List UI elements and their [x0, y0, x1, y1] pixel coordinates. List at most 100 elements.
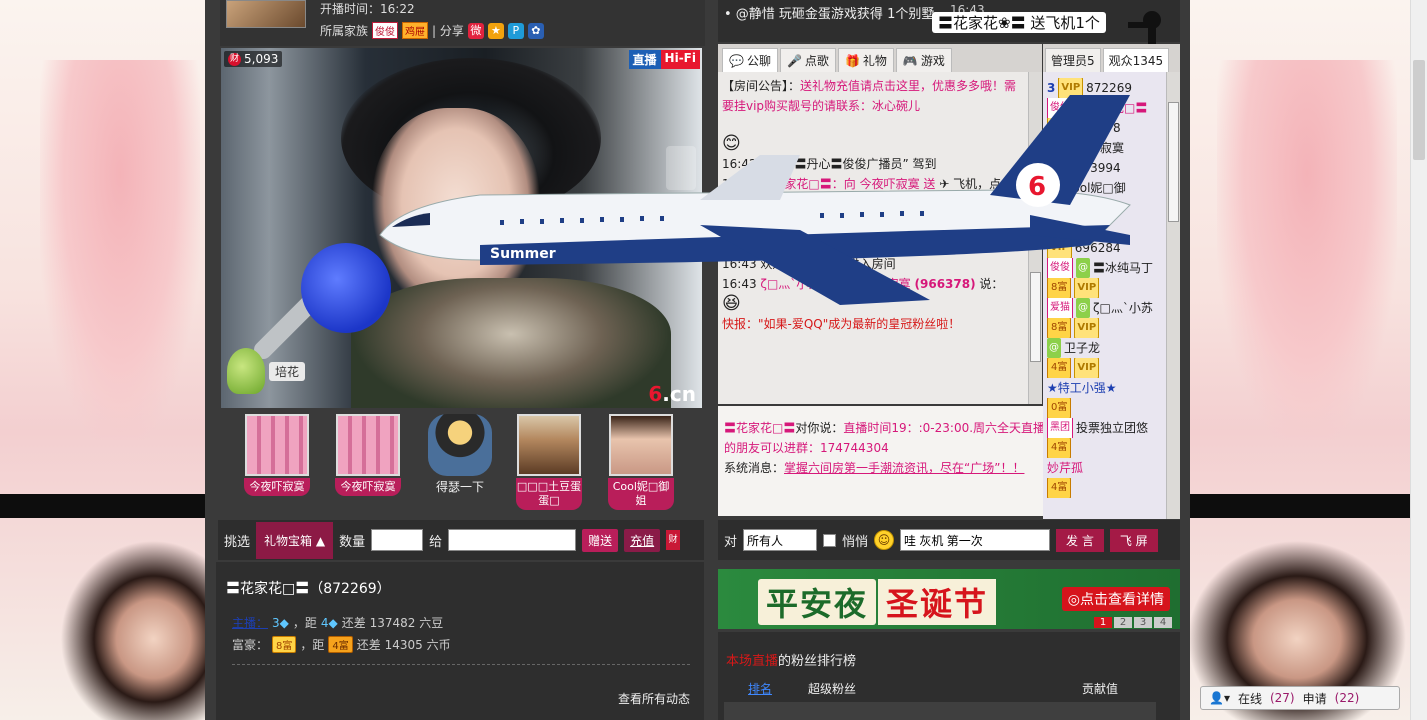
chat-input[interactable]: [900, 529, 1051, 551]
marquee-text[interactable]: • @静惜 玩砸金蛋游戏获得 1个别墅: [724, 3, 934, 22]
page-scrollbar[interactable]: [1410, 0, 1427, 720]
gamepad-icon: 🎮: [902, 53, 918, 68]
quantity-input[interactable]: [371, 529, 424, 551]
list-item[interactable]: 4富: [1047, 478, 1166, 498]
tab-gifts[interactable]: 🎁 礼物: [837, 48, 894, 72]
gift-box-label: 礼物宝箱: [264, 533, 313, 548]
list-item[interactable]: 俊俊 〓花家花□〓: [1047, 98, 1166, 118]
list-item[interactable]: 俊俊 @ 〓冰纯马丁: [1047, 258, 1166, 278]
chat-user[interactable]: ζ□灬`小苏☆ 对 今夜吓寂寞: [760, 277, 910, 291]
fan-icon: @: [1047, 218, 1061, 238]
gift-item[interactable]: 今夜吓寂寞: [243, 414, 311, 496]
paw-share-icon[interactable]: ✿: [527, 22, 544, 39]
target-select[interactable]: [743, 529, 818, 551]
list-item[interactable]: VIP 963994: [1047, 158, 1166, 178]
gift-item[interactable]: Cool妮□御姐: [607, 414, 675, 510]
gift-item[interactable]: □□□土豆蛋蛋□: [515, 414, 583, 510]
wealth-icon[interactable]: 财: [666, 530, 681, 550]
chat-scrollbar[interactable]: [1028, 72, 1042, 404]
tab-games[interactable]: 🎮 游戏: [895, 48, 952, 72]
fan-ranking-header: 排名 超级粉丝 贡献值: [718, 680, 1180, 697]
chat-user-id[interactable]: (966378): [915, 277, 976, 291]
system-body[interactable]: 掌握六间房第一手潮流资讯，尽在“广场”！！: [784, 461, 1024, 475]
recipient-input[interactable]: [448, 529, 577, 551]
scrollbar-thumb[interactable]: [1030, 272, 1041, 362]
whisper-checkbox[interactable]: [823, 533, 837, 547]
user-name: 〓花家花□〓: [1076, 101, 1148, 115]
emoji-picker-icon[interactable]: ☺: [874, 530, 895, 550]
cartoon-avatar-icon: [428, 414, 492, 476]
chat-user[interactable]: “〓丹心〓俊俊广播员”: [788, 157, 908, 171]
rich-label: 富豪：: [232, 638, 269, 652]
col-super-fan[interactable]: 超级粉丝: [808, 680, 856, 697]
host-label[interactable]: 主播：: [232, 614, 268, 631]
gift-item[interactable]: 今夜吓寂寞: [334, 414, 402, 496]
fly-screen-button[interactable]: 飞 屏: [1109, 528, 1158, 552]
tab-admins[interactable]: 管理员5: [1045, 48, 1101, 72]
chat-tabs: 💬 公聊 🎤 点歌 🎁 礼物 🎮 游戏: [718, 44, 1042, 72]
online-status[interactable]: 👤▾ 在线 (27) 申请 (22): [1200, 686, 1400, 710]
tab-public-chat[interactable]: 💬 公聊: [722, 48, 778, 72]
list-item[interactable]: 8富 VIP: [1047, 278, 1166, 298]
list-item[interactable]: @ 今夜吓寂寞: [1047, 138, 1166, 158]
video-player[interactable]: 财 5,093 直播 Hi-Fi 培花 6.cn: [221, 48, 702, 408]
tab-label: 点歌: [804, 54, 829, 68]
pm-sender[interactable]: 〓花家花□〓: [724, 421, 795, 435]
chat-user[interactable]: 〓花家花□〓：向 今夜吓寂寞 送: [760, 177, 935, 191]
hifi-label: Hi-Fi: [660, 50, 700, 69]
list-item[interactable]: 黑团 投票独立团悠: [1047, 418, 1166, 438]
promo-banner[interactable]: 平安夜 圣诞节 ◎点击查看详情 1 2 3 4: [718, 569, 1180, 629]
list-item[interactable]: VIP 61031: [1047, 198, 1166, 218]
start-time: 开播时间：16:22: [320, 2, 415, 16]
rich-dist: ，距: [300, 638, 325, 652]
view-all-activity-link[interactable]: 查看所有动态: [618, 690, 690, 707]
list-item[interactable]: 爱猫 @ ζ□灬`小苏: [1047, 298, 1166, 318]
family-badge-2[interactable]: 鸡屉: [402, 22, 429, 39]
plant-widget[interactable]: 培花: [227, 348, 306, 394]
list-item[interactable]: 8富 VIP: [1047, 318, 1166, 338]
tab-audience[interactable]: 观众1345: [1102, 48, 1170, 72]
send-message-button[interactable]: 发 言: [1056, 528, 1104, 552]
list-item[interactable]: 4富: [1047, 438, 1166, 458]
list-item[interactable]: VIP 966378: [1047, 118, 1166, 138]
banner-page-3[interactable]: 3: [1134, 617, 1152, 628]
live-tag[interactable]: 直播 Hi-Fi: [628, 50, 700, 69]
banner-page-1[interactable]: 1: [1094, 617, 1112, 628]
list-item[interactable]: ★特工小强★: [1047, 378, 1166, 398]
coin-count-badge: 财 5,093: [224, 51, 283, 67]
user-name: 966378: [1074, 121, 1121, 135]
user-list-scrollbar[interactable]: [1166, 72, 1180, 519]
scrollbar-thumb[interactable]: [1168, 102, 1179, 222]
star-share-icon[interactable]: ★: [487, 22, 504, 39]
volume-slider[interactable]: [666, 146, 696, 190]
weibo-icon[interactable]: 微: [467, 22, 484, 39]
gift-toolbar: 挑选 礼物宝箱 ▲ 数量 给 赠送 充值 财: [218, 520, 704, 560]
list-item[interactable]: @ 诺诺: [1047, 218, 1166, 238]
user-name: 696284: [1074, 241, 1121, 255]
list-item[interactable]: 0富: [1047, 398, 1166, 418]
tab-song-request[interactable]: 🎤 点歌: [779, 48, 836, 72]
banner-page-2[interactable]: 2: [1114, 617, 1132, 628]
gift-item[interactable]: 得瑟一下: [426, 414, 494, 495]
banner-details-button[interactable]: ◎点击查看详情: [1061, 587, 1170, 611]
list-item[interactable]: 妙芹孤: [1047, 458, 1166, 478]
host-avatar[interactable]: [226, 0, 306, 28]
user-avatar: [609, 414, 673, 476]
qzone-icon[interactable]: P: [507, 22, 524, 39]
banner-page-4[interactable]: 4: [1154, 617, 1172, 628]
scrollbar-thumb[interactable]: [1413, 60, 1425, 160]
fan-icon: @: [1047, 138, 1061, 158]
family-badge[interactable]: 俊俊: [372, 22, 399, 39]
send-gift-button[interactable]: 赠送: [582, 528, 619, 552]
list-item[interactable]: 4富 VIP: [1047, 358, 1166, 378]
rich-level-badge: 8富: [272, 636, 297, 653]
list-item[interactable]: VIP 696284: [1047, 238, 1166, 258]
gift-box-dropdown[interactable]: 礼物宝箱 ▲: [256, 521, 334, 559]
wealth-icon: 财: [228, 52, 241, 66]
list-item[interactable]: 3 VIP 872269: [1047, 78, 1166, 98]
list-item[interactable]: @ Cool妮□御: [1047, 178, 1166, 198]
list-item[interactable]: @ 卫子龙: [1047, 338, 1166, 358]
recharge-button[interactable]: 充值: [624, 528, 661, 552]
anchor-name[interactable]: 〓花家花□〓（872269）: [226, 578, 391, 598]
col-rank[interactable]: 排名: [748, 680, 772, 697]
